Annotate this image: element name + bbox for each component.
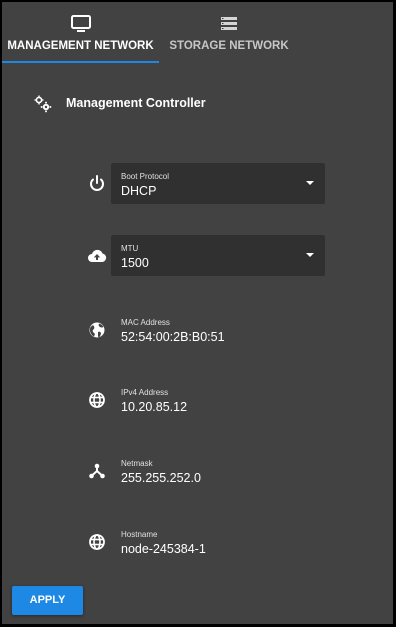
globe-grid-icon (89, 534, 105, 550)
globe-icon (89, 322, 105, 338)
hostname-value: node-245384-1 (121, 542, 206, 556)
netmask-row: Netmask 255.255.252.0 (86, 450, 326, 492)
chevron-down-icon (306, 253, 314, 257)
mtu-label: MTU (121, 244, 139, 253)
apply-button[interactable]: APPLY (12, 586, 83, 615)
netmask-label: Netmask (121, 459, 153, 468)
mac-address-row: MAC Address 52:54:00:2B:B0:51 (86, 309, 326, 351)
gear-icon (34, 95, 52, 113)
network-icon (89, 463, 105, 479)
tab-storage-network[interactable]: STORAGE NETWORK (159, 2, 299, 64)
tab-bar: MANAGEMENT NETWORK STORAGE NETWORK (2, 2, 393, 64)
ipv4-address-row: IPv4 Address 10.20.85.12 (86, 379, 326, 421)
mtu-select[interactable]: MTU 1500 (111, 235, 325, 276)
ipv4-address-label: IPv4 Address (121, 388, 169, 397)
active-tab-indicator (2, 61, 159, 63)
tab-storage-network-label: STORAGE NETWORK (169, 40, 289, 52)
tab-management-network[interactable]: MANAGEMENT NETWORK (2, 2, 159, 64)
network-settings-panel: MANAGEMENT NETWORK STORAGE NETWORK Manag… (2, 2, 393, 624)
mac-address-label: MAC Address (121, 318, 170, 327)
chevron-down-icon (306, 181, 314, 185)
mac-address-value: 52:54:00:2B:B0:51 (121, 330, 225, 344)
power-icon (90, 175, 104, 191)
netmask-value: 255.255.252.0 (121, 471, 201, 485)
boot-protocol-row: Boot Protocol DHCP (86, 163, 326, 205)
hostname-row: Hostname node-245384-1 (86, 521, 326, 563)
mtu-value: 1500 (121, 256, 149, 270)
mtu-row: MTU 1500 (86, 235, 326, 277)
tab-management-network-label: MANAGEMENT NETWORK (7, 40, 154, 52)
boot-protocol-select[interactable]: Boot Protocol DHCP (111, 163, 325, 204)
storage-icon (221, 17, 237, 30)
globe-grid-icon (89, 392, 105, 408)
section-title: Management Controller (66, 96, 206, 110)
monitor-icon (70, 15, 91, 32)
boot-protocol-label: Boot Protocol (121, 172, 170, 181)
cloud-upload-icon (88, 249, 107, 262)
boot-protocol-value: DHCP (121, 184, 157, 198)
ipv4-address-value: 10.20.85.12 (121, 400, 188, 414)
hostname-label: Hostname (121, 530, 158, 539)
